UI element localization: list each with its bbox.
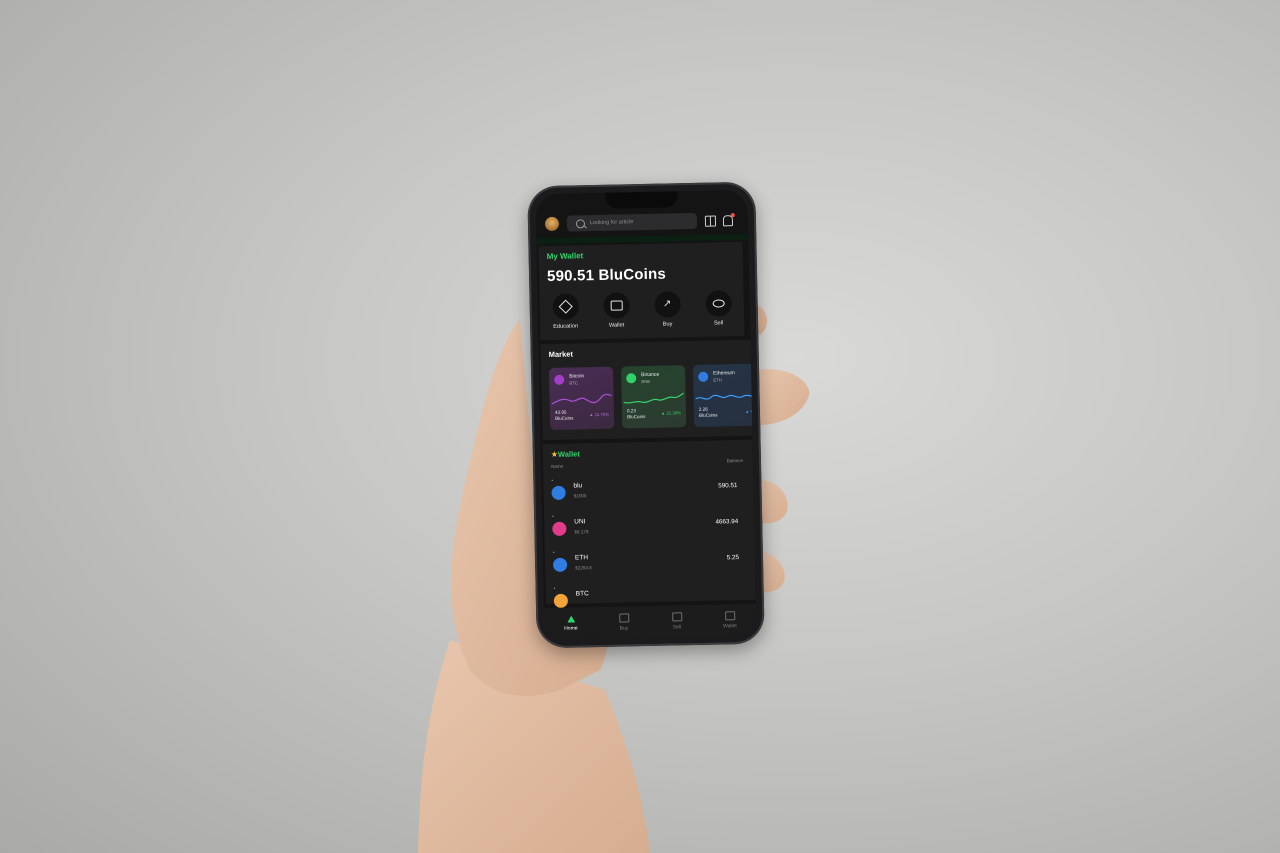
notification-dot (730, 212, 735, 217)
phone-screen: Looking for article My Wallet 590.51 Blu… (535, 189, 757, 641)
market-cards: Bitcoin BTC 43.95 BluCoins ▲ 11.75% Binan… (548, 363, 757, 431)
coin-name: Bitcoin (569, 373, 585, 380)
search-placeholder: Looking for article (589, 219, 634, 227)
sell-label: Sell (713, 320, 724, 327)
uni-coin-icon (552, 521, 567, 536)
market-card-ethereum[interactable]: Ethereum ETH 2.26 BluCoins ▲ 4 (692, 363, 757, 427)
nav-label: Buy (619, 625, 629, 632)
column-header-balance: Balance (726, 457, 744, 464)
nav-label: Home (564, 625, 578, 632)
sell-button[interactable]: Sell (694, 290, 743, 327)
coin-usd: $6.178 (574, 529, 589, 535)
coin-change: ▲ 21.39% (660, 410, 682, 416)
wallet-card: My Wallet 590.51 BluCoins Education Wall… (538, 241, 745, 341)
bottom-nav: Home Buy Sell Wallet (544, 603, 757, 641)
search-icon (575, 218, 586, 228)
coin-usd: $1000 (573, 493, 587, 499)
wallet-list-title: ★Wallet (550, 449, 580, 460)
wallet-actions: Education Wallet ↗ Buy Sell (539, 290, 744, 330)
market-card-bitcoin[interactable]: Bitcoin BTC 43.95 BluCoins ▲ 11.75% (548, 366, 615, 431)
coin-balance: 590.51 (718, 482, 738, 490)
coin-symbol: BTC (569, 380, 578, 386)
nav-buy[interactable]: Buy (604, 613, 644, 632)
coin-symbol: blu (573, 482, 583, 490)
wallet-icon (610, 300, 623, 311)
notch (605, 191, 678, 209)
sparkline (695, 394, 756, 400)
phone: Looking for article My Wallet 590.51 Blu… (527, 181, 765, 649)
search-input[interactable]: Looking for article (566, 212, 698, 232)
wallet-card-title: My Wallet (546, 251, 584, 262)
bitcoin-icon (554, 374, 565, 385)
chart-icon (618, 613, 629, 623)
nav-wallet[interactable]: Wallet (710, 611, 750, 630)
coin-usd: $2264.6 (575, 565, 592, 571)
coin-amount: 2.26 BluCoins (698, 406, 718, 418)
avatar[interactable] (544, 216, 560, 232)
coin-amount: 0.23 BluCoins (626, 408, 646, 420)
market-card-binance[interactable]: Binance BNB 0.23 BluCoins ▲ 21.39% (620, 365, 687, 429)
coin-change: ▲ 4 (745, 408, 753, 414)
binance-icon (626, 373, 637, 384)
btc-coin-icon (553, 593, 569, 608)
home-icon (566, 615, 575, 623)
coin-balance: 5.25 (726, 554, 740, 562)
coin-name: Ethereum (713, 370, 735, 377)
nav-label: Wallet (723, 623, 737, 630)
top-bar: Looking for article (536, 208, 748, 236)
buy-label: Buy (662, 321, 673, 328)
education-label: Education (553, 323, 579, 330)
wallet-list-section: ★Wallet Name Balance • blu $1000 590.51 … (542, 439, 756, 608)
coins-icon (671, 612, 682, 622)
nav-home[interactable]: Home (551, 615, 591, 632)
wallet-button[interactable]: Wallet (592, 292, 641, 329)
nav-label: Sell (672, 624, 682, 631)
coins-icon (712, 299, 725, 308)
coin-change: ▲ 11.75% (589, 411, 610, 418)
coin-symbol: ETH (574, 554, 589, 562)
education-button[interactable]: Education (541, 293, 590, 330)
market-section: Market Bitcoin BTC 43.95 BluCoins ▲ 11.75… (540, 339, 757, 441)
ethereum-icon (698, 371, 709, 382)
coin-symbol: BNB (641, 378, 651, 385)
market-title: Market (548, 349, 573, 360)
eth-coin-icon (552, 557, 568, 572)
nav-sell[interactable]: Sell (657, 612, 697, 631)
coin-balance: 4663.94 (715, 518, 739, 526)
sparkline (551, 393, 612, 405)
list-item[interactable]: • blu $1000 590.51 (551, 474, 744, 508)
coin-symbol: BTC (575, 590, 589, 598)
chart-up-icon: ↗ (662, 298, 672, 310)
coin-amount: 43.95 BluCoins (554, 409, 574, 421)
wallet-balance: 590.51 BluCoins (546, 265, 667, 286)
coin-symbol: ETH (713, 377, 722, 383)
list-item[interactable]: • UNI $6.178 4663.94 (552, 510, 745, 544)
blu-coin-icon (551, 485, 566, 500)
wallet-label: Wallet (608, 322, 625, 329)
coin-name: Binance (641, 371, 660, 379)
education-icon (558, 299, 573, 314)
column-header-name: Name (551, 463, 564, 469)
coin-symbol: UNI (574, 518, 586, 526)
buy-button[interactable]: ↗ Buy (643, 291, 692, 328)
gift-icon[interactable] (704, 214, 717, 227)
sparkline (623, 392, 684, 404)
list-item[interactable]: • ETH $2264.6 5.25 (553, 546, 746, 580)
wallet-icon (724, 611, 735, 621)
bell-icon[interactable] (722, 212, 735, 226)
